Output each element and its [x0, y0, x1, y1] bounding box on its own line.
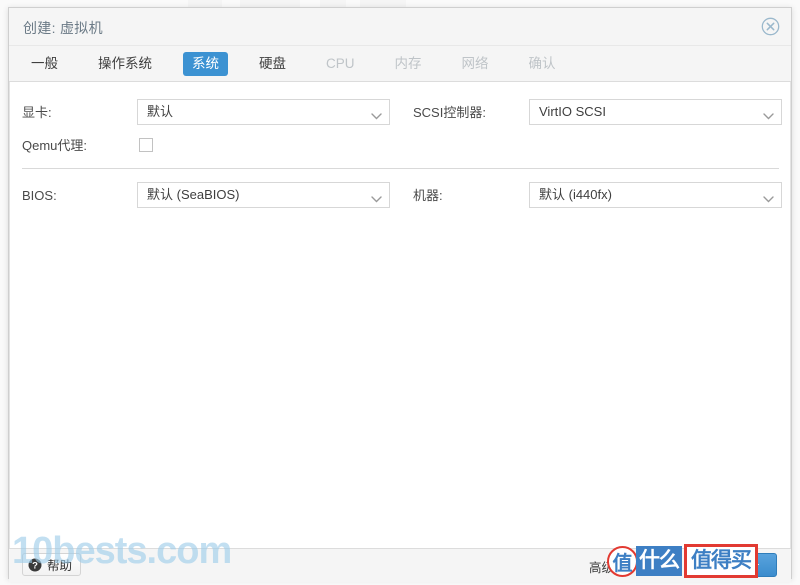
dialog-footer: ? 帮助 高级 下一步 — [9, 548, 791, 582]
chevron-down-icon — [371, 191, 382, 203]
question-circle-icon: ? — [28, 558, 42, 572]
graphics-card-value: 默认 — [147, 104, 174, 119]
scsi-controller-value: VirtIO SCSI — [539, 104, 606, 119]
tab-memory: 内存 — [394, 55, 422, 71]
next-button[interactable]: 下一步 — [705, 553, 777, 577]
dialog-header: 创建: 虚拟机 — [9, 8, 791, 46]
dialog-title: 创建: 虚拟机 — [23, 20, 103, 36]
machine-label: 机器: — [413, 188, 443, 203]
qemu-agent-checkbox[interactable] — [139, 138, 153, 152]
bios-label: BIOS: — [22, 188, 57, 203]
advanced-checkbox[interactable] — [620, 560, 633, 573]
qemu-agent-label: Qemu代理: — [22, 138, 88, 153]
form-row-qemu-agent: Qemu代理: — [10, 132, 790, 162]
chevron-down-icon — [371, 108, 382, 120]
dialog-body: 显卡: 默认 SCSI控制器: VirtIO SCSI Qemu代理: BIOS… — [9, 82, 791, 548]
graphics-card-label: 显卡: — [22, 105, 52, 120]
chevron-down-icon — [763, 108, 774, 120]
tab-cpu: CPU — [326, 55, 355, 71]
help-label: 帮助 — [47, 559, 73, 573]
tab-disks[interactable]: 硬盘 — [250, 52, 295, 76]
bios-select[interactable]: 默认 (SeaBIOS) — [137, 182, 390, 208]
scsi-controller-label: SCSI控制器: — [413, 105, 486, 120]
form-row-bios: BIOS: 默认 (SeaBIOS) 机器: 默认 (i440fx) — [10, 182, 790, 212]
svg-text:?: ? — [32, 560, 38, 571]
wizard-tabbar: 一般 操作系统 系统 硬盘 CPU 内存 网络 确认 — [9, 46, 791, 82]
tab-os[interactable]: 操作系统 — [89, 52, 161, 76]
advanced-label: 高级 — [588, 561, 614, 575]
tab-general[interactable]: 一般 — [22, 52, 67, 76]
bios-value: 默认 (SeaBIOS) — [147, 187, 240, 202]
create-vm-dialog: 创建: 虚拟机 一般 操作系统 系统 硬盘 CPU 内存 网络 确认 显卡: 默… — [8, 7, 792, 582]
chevron-down-icon — [763, 191, 774, 203]
tab-confirm: 确认 — [528, 55, 556, 71]
advanced-option[interactable]: 高级 — [589, 557, 633, 576]
form-separator — [22, 168, 779, 169]
tab-network: 网络 — [461, 55, 489, 71]
machine-value: 默认 (i440fx) — [539, 187, 612, 202]
machine-select[interactable]: 默认 (i440fx) — [529, 182, 782, 208]
graphics-card-select[interactable]: 默认 — [137, 99, 390, 125]
scsi-controller-select[interactable]: VirtIO SCSI — [529, 99, 782, 125]
close-circle-icon[interactable] — [761, 17, 780, 36]
help-button[interactable]: ? 帮助 — [22, 553, 82, 576]
tab-system[interactable]: 系统 — [183, 51, 228, 76]
form-row-graphics: 显卡: 默认 SCSI控制器: VirtIO SCSI — [10, 99, 790, 129]
